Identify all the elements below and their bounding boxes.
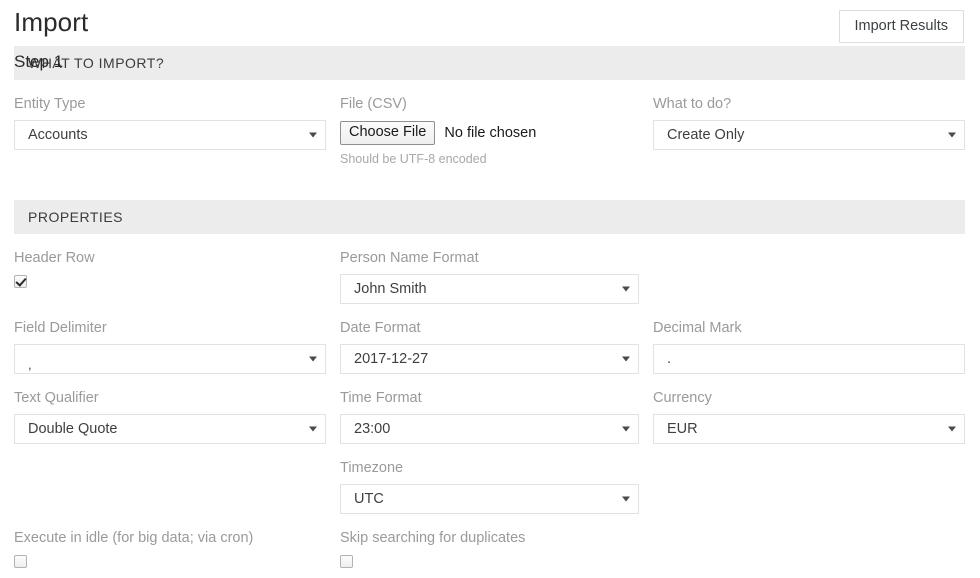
skip-duplicates-checkbox[interactable] — [340, 555, 353, 568]
person-name-format-select[interactable]: John Smith — [340, 274, 639, 304]
properties-row-4-spacer-right — [653, 444, 965, 514]
time-format-column: Time Format 23:00 — [340, 374, 653, 444]
time-format-select[interactable]: 23:00 — [340, 414, 639, 444]
text-qualifier-control[interactable]: Double Quote — [14, 414, 326, 444]
execute-in-idle-field: Execute in idle (for big data; via cron) — [14, 514, 326, 568]
file-status-text: No file chosen — [435, 123, 536, 143]
properties-row-5-spacer — [653, 514, 965, 568]
what-to-import-body: Entity Type Accounts File (CSV) Choose F… — [0, 80, 980, 168]
timezone-select[interactable]: UTC — [340, 484, 639, 514]
entity-type-label: Entity Type — [14, 94, 326, 120]
header-row-column: Header Row — [14, 234, 340, 304]
date-format-field: Date Format 2017-12-27 — [340, 304, 639, 374]
decimal-mark-column: Decimal Mark . — [653, 304, 965, 374]
what-to-do-label: What to do? — [653, 94, 965, 120]
execute-in-idle-checkbox[interactable] — [14, 555, 27, 568]
time-format-label: Time Format — [340, 388, 639, 414]
skip-duplicates-column: Skip searching for duplicates — [340, 514, 653, 568]
text-qualifier-column: Text Qualifier Double Quote — [14, 374, 340, 444]
properties-row-4: Timezone UTC — [14, 444, 965, 514]
decimal-mark-label: Decimal Mark — [653, 318, 965, 344]
currency-column: Currency EUR — [653, 374, 965, 444]
decimal-mark-input[interactable]: . — [653, 344, 965, 374]
section-header-what-to-import: WHAT TO IMPORT? — [14, 46, 965, 80]
what-to-do-control[interactable]: Create Only — [653, 120, 965, 150]
entity-type-select[interactable]: Accounts — [14, 120, 326, 150]
file-column: File (CSV) Choose File No file chosen Sh… — [340, 80, 653, 168]
field-delimiter-label: Field Delimiter — [14, 318, 326, 344]
currency-control[interactable]: EUR — [653, 414, 965, 444]
properties-row-2: Field Delimiter , Date Format 2017-12-27… — [14, 304, 965, 374]
text-qualifier-field: Text Qualifier Double Quote — [14, 374, 326, 444]
currency-select[interactable]: EUR — [653, 414, 965, 444]
properties-body: Header Row Person Name Format John Smith… — [0, 234, 980, 568]
timezone-field: Timezone UTC — [340, 444, 639, 514]
section-header-properties: PROPERTIES — [14, 200, 965, 234]
what-to-do-select[interactable]: Create Only — [653, 120, 965, 150]
file-field: File (CSV) Choose File No file chosen Sh… — [340, 80, 639, 168]
choose-file-button[interactable]: Choose File — [340, 121, 435, 145]
currency-field: Currency EUR — [653, 374, 965, 444]
header-row-field: Header Row — [14, 234, 326, 288]
import-results-button[interactable]: Import Results — [839, 10, 964, 43]
execute-in-idle-column: Execute in idle (for big data; via cron) — [14, 514, 340, 568]
file-input[interactable]: Choose File No file chosen — [340, 121, 639, 145]
entity-type-field: Entity Type Accounts — [14, 80, 326, 150]
timezone-label: Timezone — [340, 458, 639, 484]
person-name-format-column: Person Name Format John Smith — [340, 234, 653, 304]
field-delimiter-select[interactable]: , — [14, 344, 326, 374]
what-to-do-field: What to do? Create Only — [653, 80, 965, 150]
what-to-import-row: Entity Type Accounts File (CSV) Choose F… — [14, 80, 965, 168]
header-row-checkbox[interactable] — [14, 275, 27, 288]
properties-row-5: Execute in idle (for big data; via cron)… — [14, 514, 965, 568]
field-delimiter-field: Field Delimiter , — [14, 304, 326, 374]
date-format-label: Date Format — [340, 318, 639, 344]
properties-row-1: Header Row Person Name Format John Smith — [14, 234, 965, 304]
field-delimiter-control[interactable]: , — [14, 344, 326, 374]
header-actions: Import Results — [839, 10, 964, 43]
currency-label: Currency — [653, 388, 965, 414]
page-header: Import Import Results Step 1 — [0, 0, 980, 46]
step-title: Step 1 — [14, 50, 63, 74]
time-format-field: Time Format 23:00 — [340, 374, 639, 444]
decimal-mark-field: Decimal Mark . — [653, 304, 965, 374]
decimal-mark-control[interactable]: . — [653, 344, 965, 374]
person-name-format-label: Person Name Format — [340, 248, 639, 274]
file-help-text: Should be UTF-8 encoded — [340, 145, 639, 168]
entity-type-column: Entity Type Accounts — [14, 80, 340, 168]
execute-in-idle-label: Execute in idle (for big data; via cron) — [14, 528, 326, 553]
skip-duplicates-label: Skip searching for duplicates — [340, 528, 639, 553]
date-format-select[interactable]: 2017-12-27 — [340, 344, 639, 374]
person-name-format-field: Person Name Format John Smith — [340, 234, 639, 304]
date-format-control[interactable]: 2017-12-27 — [340, 344, 639, 374]
date-format-column: Date Format 2017-12-27 — [340, 304, 653, 374]
text-qualifier-select[interactable]: Double Quote — [14, 414, 326, 444]
timezone-control[interactable]: UTC — [340, 484, 639, 514]
what-to-do-column: What to do? Create Only — [653, 80, 965, 168]
properties-row-1-spacer — [653, 234, 965, 304]
header-row-label: Header Row — [14, 248, 326, 273]
properties-row-3: Text Qualifier Double Quote Time Format … — [14, 374, 965, 444]
time-format-control[interactable]: 23:00 — [340, 414, 639, 444]
properties-row-4-spacer — [14, 444, 340, 514]
field-delimiter-column: Field Delimiter , — [14, 304, 340, 374]
text-qualifier-label: Text Qualifier — [14, 388, 326, 414]
person-name-format-control[interactable]: John Smith — [340, 274, 639, 304]
skip-duplicates-field: Skip searching for duplicates — [340, 514, 639, 568]
entity-type-control[interactable]: Accounts — [14, 120, 326, 150]
timezone-column: Timezone UTC — [340, 444, 653, 514]
page-title: Import — [14, 4, 88, 40]
file-label: File (CSV) — [340, 94, 639, 120]
